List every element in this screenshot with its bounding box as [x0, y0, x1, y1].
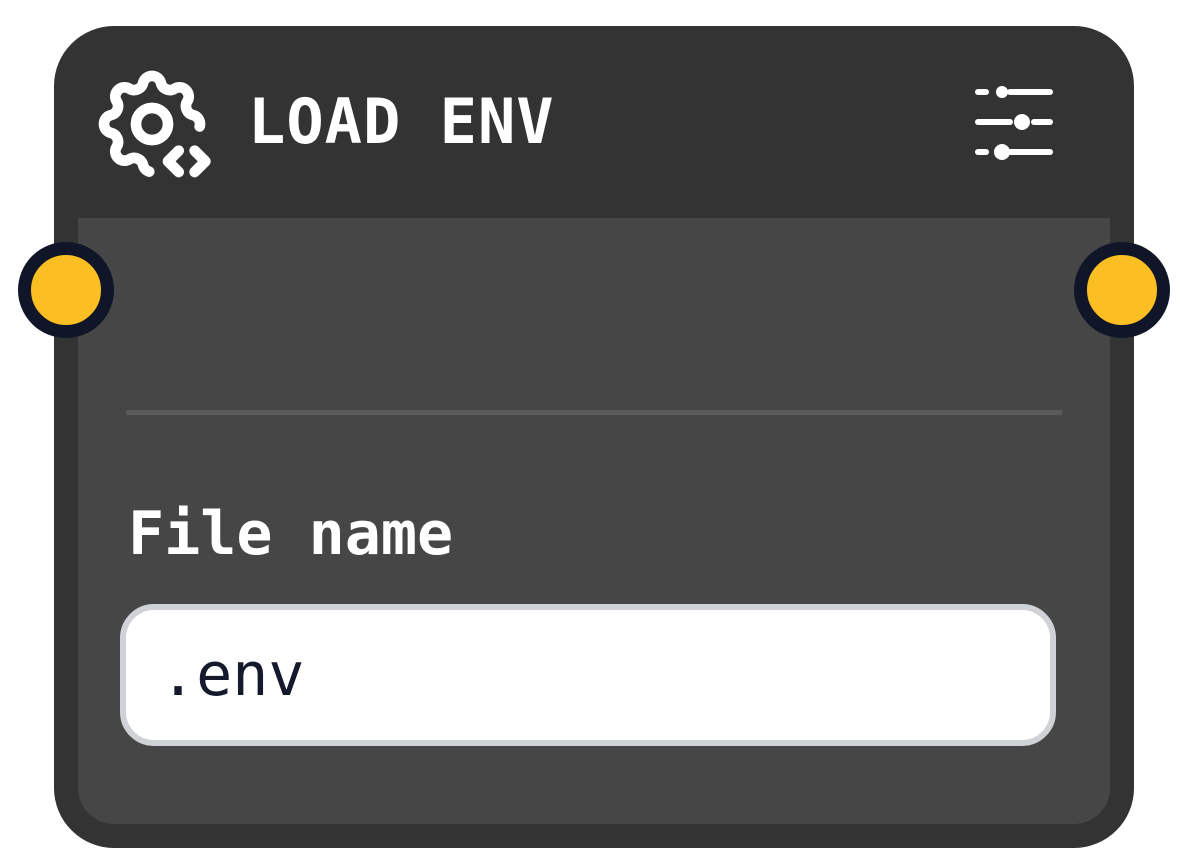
load-env-node[interactable]: LOAD ENV File name	[54, 26, 1134, 848]
sliders-icon[interactable]	[966, 76, 1058, 168]
file-name-input[interactable]	[120, 604, 1056, 746]
node-title: LOAD ENV	[248, 85, 555, 158]
node-body: File name	[78, 218, 1110, 824]
node-header[interactable]: LOAD ENV	[54, 26, 1134, 218]
gear-code-icon	[98, 70, 211, 178]
divider	[126, 410, 1062, 415]
output-port[interactable]	[1074, 242, 1170, 338]
input-port[interactable]	[18, 242, 114, 338]
file-name-label: File name	[128, 499, 454, 569]
